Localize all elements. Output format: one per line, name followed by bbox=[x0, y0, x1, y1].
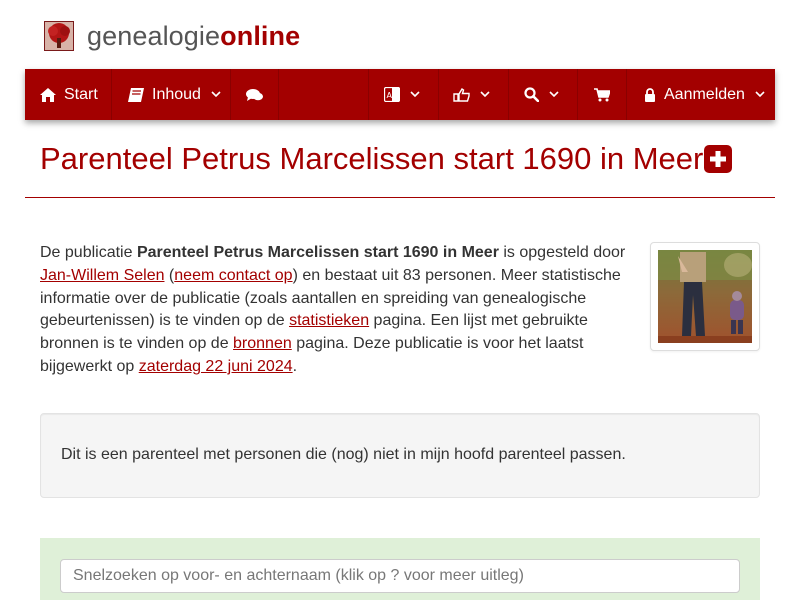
last-updated-link[interactable]: zaterdag 22 juni 2024 bbox=[139, 358, 293, 375]
language-icon: A bbox=[384, 87, 400, 102]
site-logo[interactable]: genealogieonline bbox=[44, 18, 300, 54]
quick-search-input[interactable] bbox=[60, 559, 740, 593]
quick-search-panel bbox=[40, 538, 760, 600]
contact-link[interactable]: neem contact op bbox=[174, 267, 292, 284]
intro-text-3: ( bbox=[164, 266, 175, 284]
publication-note-text: Dit is een parenteel met personen die (n… bbox=[61, 446, 626, 463]
nav-start-label: Start bbox=[64, 85, 98, 103]
chevron-down-icon bbox=[549, 91, 559, 98]
publication-note: Dit is een parenteel met personen die (n… bbox=[40, 413, 760, 498]
intro-text-7: . bbox=[292, 357, 298, 375]
title-divider bbox=[25, 197, 775, 198]
search-icon bbox=[524, 87, 539, 102]
share-icon bbox=[453, 87, 470, 102]
main-navbar: Start Inhoud A Aanmelden bbox=[25, 69, 775, 120]
publication-description: De publicatie Parenteel Petrus Marceliss… bbox=[40, 242, 635, 379]
lock-icon bbox=[644, 87, 656, 102]
intro-text-1: De publicatie bbox=[40, 244, 137, 261]
nav-language[interactable]: A bbox=[369, 69, 439, 120]
tree-logo-icon bbox=[44, 21, 74, 51]
nav-start[interactable]: Start bbox=[25, 69, 112, 120]
book-icon bbox=[128, 87, 144, 102]
nav-inhoud-label: Inhoud bbox=[152, 85, 201, 103]
cart-icon bbox=[594, 87, 610, 102]
publication-name: Parenteel Petrus Marcelissen start 1690 … bbox=[136, 244, 499, 261]
statistics-link[interactable]: statistieken bbox=[289, 312, 369, 329]
site-name: genealogieonline bbox=[87, 21, 300, 51]
nav-share[interactable] bbox=[439, 69, 509, 120]
site-name-part2: online bbox=[220, 21, 301, 51]
nav-login[interactable]: Aanmelden bbox=[627, 69, 775, 120]
nav-cart[interactable] bbox=[578, 69, 627, 120]
author-photo[interactable] bbox=[650, 242, 760, 351]
chevron-down-icon bbox=[755, 91, 765, 98]
nav-login-label: Aanmelden bbox=[664, 85, 745, 103]
nav-forum[interactable] bbox=[231, 69, 279, 120]
site-name-part1: genealogie bbox=[87, 21, 221, 51]
author-photo-image bbox=[658, 250, 752, 343]
plus-square-icon[interactable] bbox=[704, 145, 733, 173]
chevron-down-icon bbox=[410, 91, 420, 98]
page-title: Parenteel Petrus Marcelissen start 1690 … bbox=[40, 141, 733, 177]
comments-icon bbox=[246, 88, 263, 102]
intro-text-2: is opgesteld door bbox=[498, 244, 626, 261]
page-title-text: Parenteel Petrus Marcelissen start 1690 … bbox=[40, 141, 704, 176]
nav-inhoud[interactable]: Inhoud bbox=[112, 69, 231, 120]
author-link[interactable]: Jan-Willem Selen bbox=[40, 267, 164, 284]
sources-link[interactable]: bronnen bbox=[233, 335, 292, 352]
home-icon bbox=[40, 87, 56, 102]
nav-spacer bbox=[279, 69, 369, 120]
svg-text:A: A bbox=[387, 91, 393, 100]
chevron-down-icon bbox=[480, 91, 490, 98]
chevron-down-icon bbox=[211, 91, 221, 98]
nav-search[interactable] bbox=[509, 69, 578, 120]
